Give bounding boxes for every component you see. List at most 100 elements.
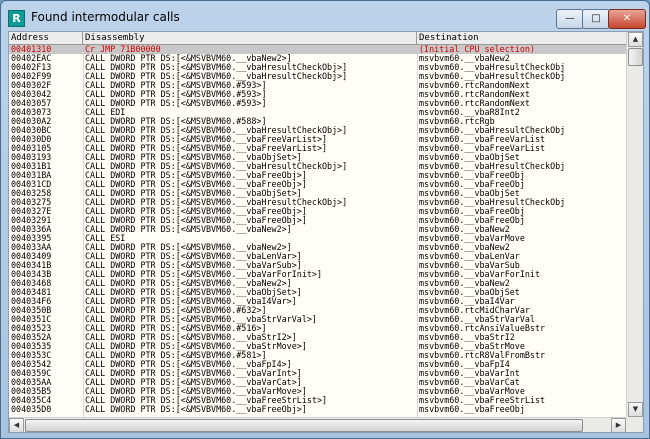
table-row[interactable]: 004030BC CALL DWORD PTR DS:[<&MSVBVM60.__… [9, 126, 626, 135]
table-row[interactable]: 00403057 CALL DWORD PTR DS:[<&MSVBVM60.#5… [9, 99, 626, 108]
table-row[interactable]: 00403042 CALL DWORD PTR DS:[<&MSVBVM60.#5… [9, 90, 626, 99]
cell-disassembly: CALL DWORD PTR DS:[<&MSVBVM60.#516>] [85, 324, 267, 333]
cell-disassembly: CALL DWORD PTR DS:[<&MSVBVM60.__vbaVarCa… [85, 378, 302, 387]
table-row[interactable]: 0040343B CALL DWORD PTR DS:[<&MSVBVM60.__… [9, 270, 626, 279]
cell-destination: msvbvm60.__vbaNew2 [419, 225, 510, 234]
table-row[interactable]: 00403468 CALL DWORD PTR DS:[<&MSVBVM60.__… [9, 279, 626, 288]
window-title: Found intermodular calls [31, 10, 180, 24]
table-row[interactable]: 00403395 CALL ESI msvbvm60.__vbaVarMove [9, 234, 626, 243]
cell-address: 00403275 [11, 198, 52, 207]
table-row[interactable]: 00402F13 CALL DWORD PTR DS:[<&MSVBVM60.__… [9, 63, 626, 72]
table-row[interactable]: 00403542 CALL DWORD PTR DS:[<&MSVBVM60.__… [9, 360, 626, 369]
table-row[interactable]: 00403481 CALL DWORD PTR DS:[<&MSVBVM60.__… [9, 288, 626, 297]
cell-address: 004031BA [11, 171, 52, 180]
horizontal-scrollbar[interactable]: ◀ ▶ [9, 417, 626, 432]
table-row[interactable]: 0040336A CALL DWORD PTR DS:[<&MSVBVM60.__… [9, 225, 626, 234]
cell-destination: msvbvm60.__vbaObjSet [419, 189, 520, 198]
cell-address: 00403468 [11, 279, 52, 288]
table-row[interactable]: 00403275 CALL DWORD PTR DS:[<&MSVBVM60.__… [9, 198, 626, 207]
table-row[interactable]: 004034F6 CALL DWORD PTR DS:[<&MSVBVM60.__… [9, 297, 626, 306]
cell-disassembly: CALL DWORD PTR DS:[<&MSVBVM60.__vbaStrMo… [85, 342, 307, 351]
cell-destination: msvbvm60.__vbaStrMove [419, 342, 525, 351]
table-row[interactable]: 0040327E CALL DWORD PTR DS:[<&MSVBVM60.__… [9, 207, 626, 216]
column-header-disassembly[interactable]: Disassembly [83, 32, 417, 44]
horizontal-scroll-thumb[interactable] [25, 419, 583, 432]
cell-address: 00402F99 [11, 72, 52, 81]
table-row[interactable]: 004031CD CALL DWORD PTR DS:[<&MSVBVM60.__… [9, 180, 626, 189]
table-row[interactable]: 00403193 CALL DWORD PTR DS:[<&MSVBVM60.__… [9, 153, 626, 162]
table-row[interactable]: 004030A2 CALL DWORD PTR DS:[<&MSVBVM60.#5… [9, 117, 626, 126]
table-row[interactable]: 00403105 CALL DWORD PTR DS:[<&MSVBVM60.__… [9, 144, 626, 153]
cell-disassembly: CALL DWORD PTR DS:[<&MSVBVM60.__vbaFpI4>… [85, 360, 292, 369]
column-header-destination[interactable]: Destination [417, 32, 626, 44]
close-button[interactable]: ✕ [608, 9, 646, 29]
table-row[interactable]: 00403523 CALL DWORD PTR DS:[<&MSVBVM60.#5… [9, 324, 626, 333]
cell-address: 00403291 [11, 216, 52, 225]
cell-destination: msvbvm60.rtcRgb [419, 117, 495, 126]
table-row[interactable]: 0040341B CALL DWORD PTR DS:[<&MSVBVM60.__… [9, 261, 626, 270]
cell-disassembly: CALL DWORD PTR DS:[<&MSVBVM60.#581>] [85, 351, 267, 360]
table-row[interactable]: 004030D0 CALL DWORD PTR DS:[<&MSVBVM60.__… [9, 135, 626, 144]
cell-disassembly: CALL DWORD PTR DS:[<&MSVBVM60.__vbaHresu… [85, 63, 348, 72]
cell-address: 0040353C [11, 351, 52, 360]
vertical-scroll-thumb[interactable] [628, 48, 643, 66]
scroll-left-arrow-icon[interactable]: ◀ [9, 418, 24, 432]
table-row[interactable]: 00403409 CALL DWORD PTR DS:[<&MSVBVM60.__… [9, 252, 626, 261]
resize-grip-icon[interactable] [626, 417, 643, 432]
table-row[interactable]: 0040350B CALL DWORD PTR DS:[<&MSVBVM60.#6… [9, 306, 626, 315]
table-row[interactable]: 00403258 CALL DWORD PTR DS:[<&MSVBVM60.__… [9, 189, 626, 198]
table-row[interactable]: 0040302F CALL DWORD PTR DS:[<&MSVBVM60.#5… [9, 81, 626, 90]
table-row[interactable]: 00402EAC CALL DWORD PTR DS:[<&MSVBVM60.__… [9, 54, 626, 63]
table-row[interactable]: 00403291 CALL DWORD PTR DS:[<&MSVBVM60.__… [9, 216, 626, 225]
cell-address: 004030A2 [11, 117, 52, 126]
column-header-address[interactable]: Address [9, 32, 83, 44]
table-row[interactable]: 0040353C CALL DWORD PTR DS:[<&MSVBVM60.#5… [9, 351, 626, 360]
table-row[interactable]: 0040359C CALL DWORD PTR DS:[<&MSVBVM60.__… [9, 369, 626, 378]
table-row[interactable]: 00403535 CALL DWORD PTR DS:[<&MSVBVM60.__… [9, 342, 626, 351]
cell-address: 00403258 [11, 189, 52, 198]
table-row[interactable]: 004031B1 CALL DWORD PTR DS:[<&MSVBVM60.__… [9, 162, 626, 171]
cell-destination: msvbvm60.__vbaFpI4 [419, 360, 510, 369]
cell-destination: msvbvm60.__vbaNew2 [419, 243, 510, 252]
cell-destination: msvbvm60.__vbaFreeStrList [419, 396, 546, 405]
cell-disassembly: CALL ESI [85, 234, 126, 243]
table-row[interactable]: 004035C4 CALL DWORD PTR DS:[<&MSVBVM60.__… [9, 396, 626, 405]
cell-disassembly: CALL DWORD PTR DS:[<&MSVBVM60.__vbaObjSe… [85, 189, 302, 198]
table-row[interactable]: 004033AA CALL DWORD PTR DS:[<&MSVBVM60.__… [9, 243, 626, 252]
cell-destination: msvbvm60.__vbaVarCat [419, 378, 520, 387]
cell-address: 00403542 [11, 360, 52, 369]
cell-disassembly: CALL DWORD PTR DS:[<&MSVBVM60.__vbaObjSe… [85, 288, 302, 297]
vertical-scrollbar[interactable]: ▲ ▼ [626, 32, 643, 417]
cell-disassembly: CALL DWORD PTR DS:[<&MSVBVM60.#593>] [85, 99, 267, 108]
cell-disassembly: CALL DWORD PTR DS:[<&MSVBVM60.__vbaVarFo… [85, 270, 322, 279]
calls-table: Address Disassembly Destination 00401310… [8, 31, 644, 433]
table-row[interactable]: 004035AA CALL DWORD PTR DS:[<&MSVBVM60.__… [9, 378, 626, 387]
cell-disassembly: CALL DWORD PTR DS:[<&MSVBVM60.__vbaHresu… [85, 198, 348, 207]
table-row[interactable]: 00402F99 CALL DWORD PTR DS:[<&MSVBVM60.__… [9, 72, 626, 81]
title-bar[interactable]: R Found intermodular calls — □ ✕ [1, 1, 649, 31]
cell-address: 0040359C [11, 369, 52, 378]
cell-destination: msvbvm60.__vbaVarSub [419, 261, 520, 270]
scroll-right-arrow-icon[interactable]: ▶ [611, 418, 626, 432]
cell-address: 00402EAC [11, 54, 52, 63]
table-row[interactable]: 004035D0 CALL DWORD PTR DS:[<&MSVBVM60.__… [9, 405, 626, 414]
minimize-button[interactable]: — [556, 9, 584, 29]
cell-disassembly: CALL DWORD PTR DS:[<&MSVBVM60.__vbaNew2>… [85, 54, 292, 63]
table-row[interactable]: 00401310 Cr JMP 71B00000 (Initial CPU sele… [9, 45, 626, 54]
cell-address: 0040302F [11, 81, 52, 90]
cell-destination: msvbvm60.__vbaVarMove [419, 234, 525, 243]
table-row[interactable]: 004031BA CALL DWORD PTR DS:[<&MSVBVM60.__… [9, 171, 626, 180]
cell-destination: msvbvm60.__vbaFreeVarList [419, 135, 546, 144]
cell-destination: msvbvm60.__vbaR8Int2 [419, 108, 520, 117]
cell-destination: msvbvm60.rtcAnsiValueBstr [419, 324, 546, 333]
maximize-button[interactable]: □ [582, 9, 610, 29]
cell-destination: msvbvm60.rtcR8ValFromBstr [419, 351, 546, 360]
table-row[interactable]: 00403073 CALL EDI msvbvm60.__vbaR8Int2 [9, 108, 626, 117]
table-row[interactable]: 0040351C CALL DWORD PTR DS:[<&MSVBVM60.__… [9, 315, 626, 324]
scroll-up-arrow-icon[interactable]: ▲ [628, 32, 643, 47]
table-row[interactable]: 004035B5 CALL DWORD PTR DS:[<&MSVBVM60.__… [9, 387, 626, 396]
cell-address: 00403105 [11, 144, 52, 153]
table-row[interactable]: 0040352A CALL DWORD PTR DS:[<&MSVBVM60.__… [9, 333, 626, 342]
cell-disassembly: CALL DWORD PTR DS:[<&MSVBVM60.__vbaHresu… [85, 126, 348, 135]
scroll-down-arrow-icon[interactable]: ▼ [628, 402, 643, 417]
